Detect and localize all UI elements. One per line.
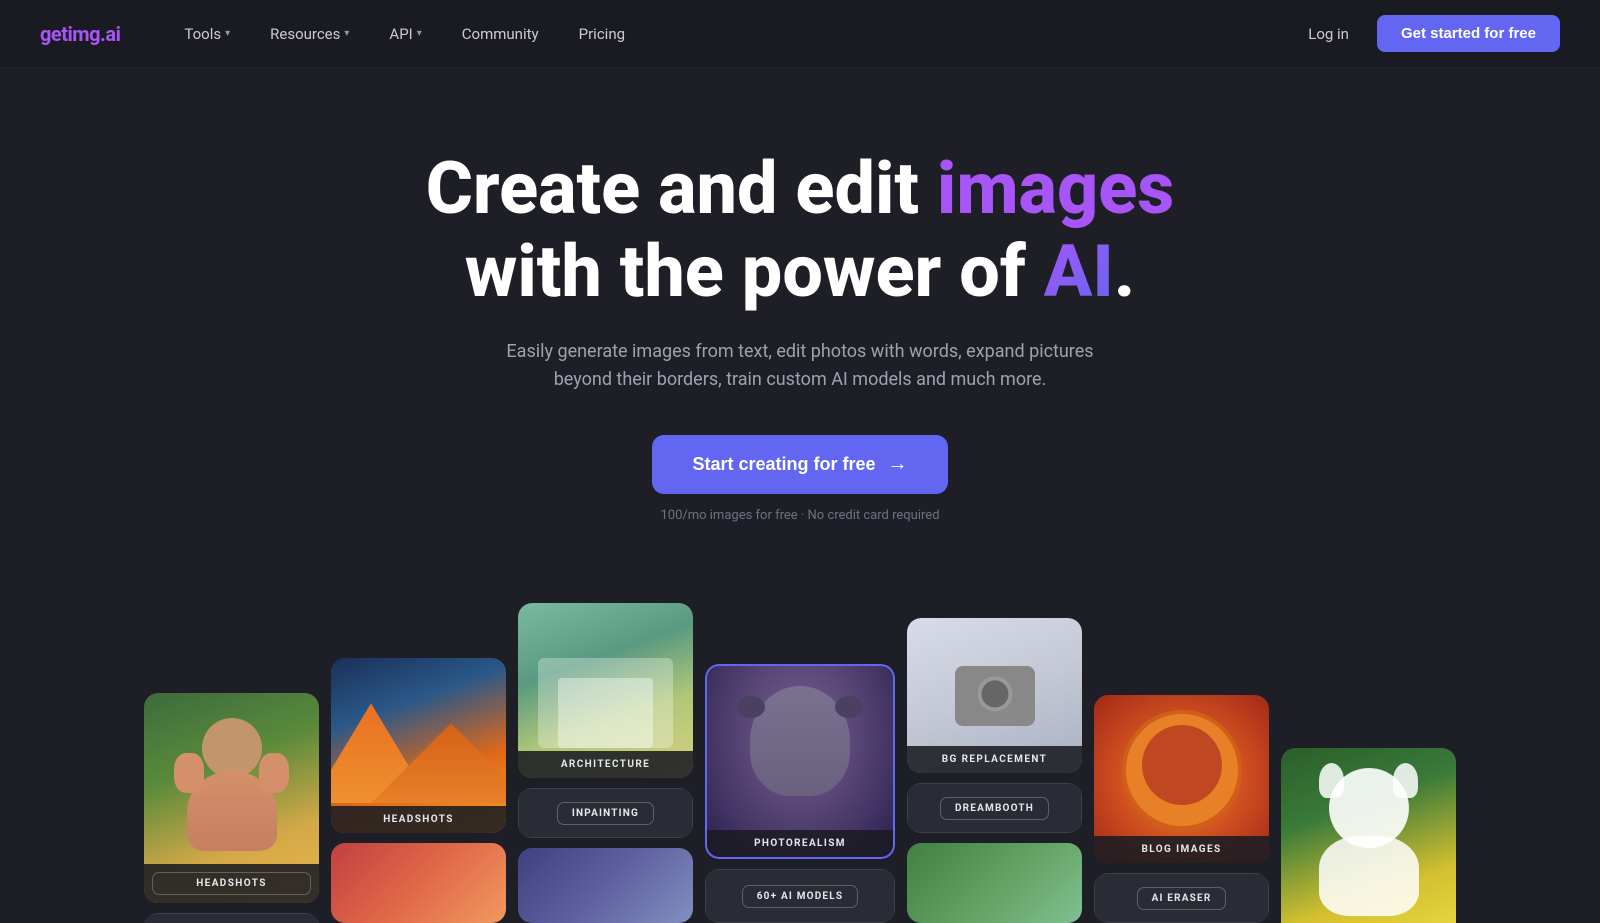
card-stock-extra[interactable] — [331, 843, 506, 923]
nav-tools[interactable]: Tools ▾ — [168, 17, 246, 51]
get-started-button[interactable]: Get started for free — [1377, 15, 1560, 52]
hero-title-part2: with the power of — [465, 229, 1044, 314]
card-headshots-label: HEADSHOTS — [152, 872, 311, 895]
hero-section: Create and edit images with the power of… — [0, 68, 1600, 583]
login-button[interactable]: Log in — [1296, 17, 1361, 51]
nav-resources-label: Resources — [270, 25, 340, 43]
card-dreambooth-label: DREAMBOOTH — [940, 797, 1049, 820]
cards-gallery: HEADSHOTS IMAGE BLENDING HEADSHOTS — [0, 583, 1600, 923]
card-ai-eraser[interactable]: AI ERASER — [1094, 873, 1269, 923]
card-blog-images[interactable]: BLOG IMAGES — [1094, 695, 1269, 863]
logo[interactable]: getimg.ai — [40, 22, 120, 46]
chevron-down-icon: ▾ — [417, 28, 422, 39]
hero-fine-print: 100/mo images for free · No credit card … — [660, 508, 939, 523]
chevron-down-icon: ▾ — [225, 28, 230, 39]
col-stock: HEADSHOTS — [331, 658, 506, 923]
card-60models[interactable]: 60+ AI MODELS — [705, 869, 895, 923]
col-arch: ARCHITECTURE INPAINTING — [518, 603, 693, 923]
logo-suffix: ai — [105, 22, 120, 46]
hero-subtitle: Easily generate images from text, edit p… — [490, 338, 1110, 396]
card-inpainting[interactable]: INPAINTING — [518, 788, 693, 838]
col-blog: BLOG IMAGES AI ERASER — [1094, 695, 1269, 923]
hero-title-images: images — [937, 146, 1174, 231]
card-architecture[interactable]: ARCHITECTURE — [518, 603, 693, 778]
nav-right: Log in Get started for free — [1296, 15, 1560, 52]
card-bg-replacement[interactable]: BG REPLACEMENT — [907, 618, 1082, 773]
hero-title: Create and edit images with the power of… — [426, 148, 1174, 314]
nav-tools-label: Tools — [184, 25, 221, 43]
hero-cta-label: Start creating for free — [692, 454, 875, 475]
card-stock-images[interactable]: HEADSHOTS — [331, 658, 506, 833]
card-pet-portraits[interactable]: PET PORTRAITS — [1281, 748, 1456, 923]
nav-community-label: Community — [462, 25, 539, 43]
chevron-down-icon: ▾ — [344, 28, 349, 39]
start-creating-button[interactable]: Start creating for free → — [652, 435, 947, 494]
card-image-blending[interactable]: IMAGE BLENDING — [144, 913, 319, 923]
nav-api-label: API — [389, 25, 412, 43]
col-headshots: HEADSHOTS IMAGE BLENDING — [144, 693, 319, 923]
nav-pricing[interactable]: Pricing — [563, 17, 641, 51]
card-photorealism[interactable]: PHOTOREALISM — [705, 664, 895, 859]
nav-community[interactable]: Community — [446, 17, 555, 51]
navbar: getimg.ai Tools ▾ Resources ▾ API ▾ Comm… — [0, 0, 1600, 68]
card-bg-extra[interactable] — [907, 843, 1082, 923]
col-pet: PET PORTRAITS — [1281, 748, 1456, 923]
hero-title-ai: AI — [1044, 229, 1114, 314]
nav-pricing-label: Pricing — [579, 25, 625, 43]
card-60models-label: 60+ AI MODELS — [742, 885, 858, 908]
card-blog-images-label: BLOG IMAGES — [1094, 836, 1269, 863]
card-arch-extra[interactable] — [518, 848, 693, 923]
card-stock-images-label: HEADSHOTS — [331, 806, 506, 833]
nav-links: Tools ▾ Resources ▾ API ▾ Community Pric… — [168, 17, 1296, 51]
card-ai-eraser-label: AI ERASER — [1137, 887, 1227, 910]
nav-api[interactable]: API ▾ — [373, 17, 437, 51]
logo-text: getimg — [40, 22, 100, 46]
card-dreambooth[interactable]: DREAMBOOTH — [907, 783, 1082, 833]
hero-title-period: . — [1114, 229, 1135, 314]
card-photorealism-label: PHOTOREALISM — [707, 830, 893, 857]
card-headshots[interactable]: HEADSHOTS — [144, 693, 319, 903]
col-bg: BG REPLACEMENT DREAMBOOTH — [907, 618, 1082, 923]
nav-resources[interactable]: Resources ▾ — [254, 17, 365, 51]
card-inpainting-label: INPAINTING — [557, 802, 654, 825]
hero-title-part1: Create and edit — [426, 146, 937, 231]
card-architecture-label: ARCHITECTURE — [518, 751, 693, 778]
col-photo: PHOTOREALISM 60+ AI MODELS — [705, 664, 895, 923]
arrow-right-icon: → — [888, 453, 908, 476]
card-bg-replacement-label: BG REPLACEMENT — [907, 746, 1082, 773]
